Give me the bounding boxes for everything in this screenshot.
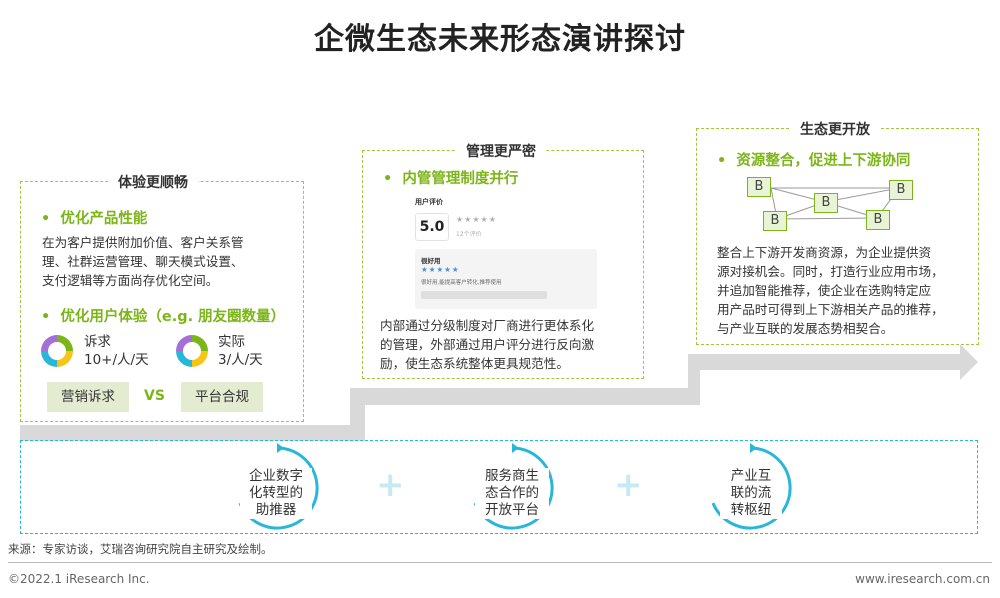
review-item-blur <box>421 291 547 299</box>
website: www.iresearch.com.cn <box>855 572 990 586</box>
metric-actual-value: 3/人/天 <box>218 352 263 368</box>
review-item-stars: ★★★★★ <box>421 265 460 274</box>
network-node-b: B <box>889 180 913 200</box>
metric-actual: 实际 3/人/天 <box>218 333 263 369</box>
copyright: ©2022.1 iResearch Inc. <box>8 572 150 586</box>
text-line: 源对接机会。同时，打造行业应用市场， <box>717 264 944 279</box>
management-text: 内部通过分级制度对厂商进行更体系化 的管理，外部通过用户评分进行反向激 励，使生… <box>380 316 636 373</box>
text-line: 与产业互联的发展态势相契合。 <box>717 321 894 336</box>
circle-label-industry-hub: 产业互 联的流 转枢纽 <box>720 468 782 519</box>
review-mockup: 用户评价 5.0 ★★★★★ 12个评价 很好用 ★★★★★ 很好用,能提高客户… <box>413 195 603 317</box>
circle-line: 开放平台 <box>485 502 539 518</box>
donut-icon <box>176 335 208 367</box>
bullet-dot: • <box>41 309 51 325</box>
network-node-b: B <box>866 210 890 230</box>
metric-demand: 诉求 10+/人/天 <box>84 333 149 369</box>
text-line: 励，使生态系统整体更具规范性。 <box>380 356 569 371</box>
network-links <box>770 187 900 220</box>
panel-experience: 体验更顺畅 • 优化产品性能 在为客户提供附加价值、客户关系管 理、社群运营管理… <box>20 172 304 422</box>
tag-marketing-demand: 营销诉求 <box>47 382 129 412</box>
text-line: 并追加智能推荐，使企业在选购特定应 <box>717 283 932 298</box>
circle-line: 转枢纽 <box>730 502 772 518</box>
bullet-optimize-experience: • 优化用户体验（e.g. 朋友圈数量） <box>41 305 285 326</box>
tag-platform-compliance: 平台合规 <box>181 382 263 412</box>
network-node-b: B <box>763 211 787 231</box>
circle-line: 联的流 <box>730 485 772 501</box>
metric-demand-value: 10+/人/天 <box>84 352 149 368</box>
optimize-performance-text: 在为客户提供附加价值、客户关系管 理、社群运营管理、聊天模式设置、 支付逻辑等方… <box>42 233 298 290</box>
footer-divider <box>8 562 992 563</box>
circle-line: 化转型的 <box>249 485 303 501</box>
circle-line: 服务商生 <box>485 468 539 484</box>
panel-management: 管理更严密 • 内管管理制度并行 用户评价 5.0 ★★★★★ 12个评价 很好… <box>362 141 644 379</box>
circle-label-digital-transformation: 企业数字 化转型的 助推器 <box>240 468 312 519</box>
text-line: 在为客户提供附加价值、客户关系管 <box>42 235 244 250</box>
management-system-heading: 内管管理制度并行 <box>402 171 519 187</box>
review-score-box: 5.0 <box>415 213 449 241</box>
circle-line: 企业数字 <box>249 468 303 484</box>
text-line: 的管理，外部通过用户评分进行反向激 <box>380 337 595 352</box>
review-item-text: 很好用,能提高客户转化,推荐使用 <box>421 280 502 286</box>
network-node-b: B <box>747 177 771 197</box>
source-note: 来源：专家访谈，艾瑞咨询研究院自主研究及绘制。 <box>8 542 273 556</box>
review-stars: ★★★★★ <box>456 215 497 224</box>
bullet-dot: • <box>383 171 393 187</box>
text-line: 整合上下游开发商资源，为企业提供资 <box>717 245 932 260</box>
panel-management-title: 管理更严密 <box>456 141 546 161</box>
panel-ecosystem: 生态更开放 • 资源整合，促进上下游协同 B B B B B 整合上下游开发商资… <box>696 119 979 345</box>
text-line: 支付逻辑等方面尚存优化空间。 <box>42 273 219 288</box>
plus-icon: + <box>614 465 643 505</box>
circle-line: 产业互 <box>730 468 772 484</box>
ecosystem-text: 整合上下游开发商资源，为企业提供资 源对接机会。同时，打造行业应用市场， 并追加… <box>717 243 977 338</box>
plus-icon: + <box>376 465 405 505</box>
review-title: 用户评价 <box>415 198 443 206</box>
circle-line: 态合作的 <box>485 485 539 501</box>
optimize-experience-heading: 优化用户体验（e.g. 朋友圈数量） <box>60 309 286 325</box>
circle-label-open-platform: 服务商生 态合作的 开放平台 <box>475 468 549 519</box>
review-item-title: 很好用 <box>421 257 441 265</box>
donut-icon <box>41 335 73 367</box>
bullet-dot: • <box>41 211 51 227</box>
circle-line: 助推器 <box>255 502 297 518</box>
vs-label: VS <box>144 388 165 404</box>
text-line: 用产品时可得到上下游相关产品的推荐， <box>717 302 944 317</box>
review-item: 很好用 ★★★★★ 很好用,能提高客户转化,推荐使用 <box>415 249 597 309</box>
metric-demand-label: 诉求 <box>84 334 111 350</box>
review-score: 5.0 <box>419 219 445 235</box>
text-line: 理、社群运营管理、聊天模式设置、 <box>42 254 244 269</box>
panel-experience-title: 体验更顺畅 <box>108 172 198 192</box>
optimize-performance-heading: 优化产品性能 <box>60 211 148 227</box>
review-count: 12个评价 <box>456 231 482 238</box>
bullet-management-system: • 内管管理制度并行 <box>383 167 518 188</box>
text-line: 内部通过分级制度对厂商进行更体系化 <box>380 318 595 333</box>
network-node-b: B <box>814 193 838 213</box>
bullet-optimize-performance: • 优化产品性能 <box>41 207 147 228</box>
metric-actual-label: 实际 <box>218 334 245 350</box>
